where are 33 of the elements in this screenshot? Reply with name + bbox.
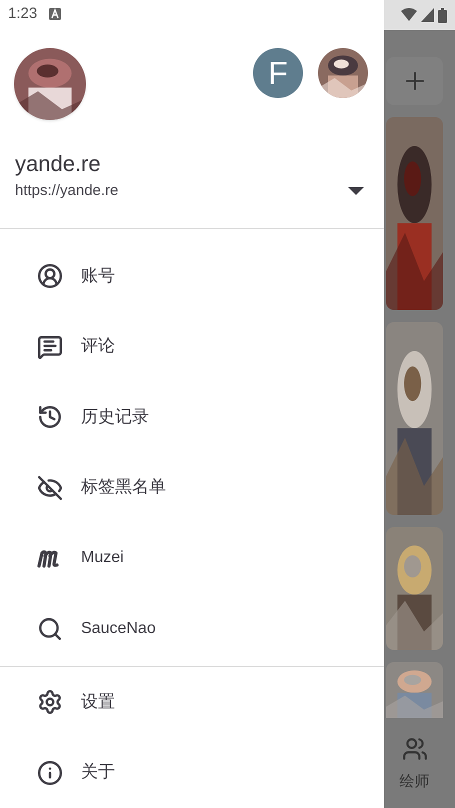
battery-icon (438, 8, 447, 22)
search-icon (37, 616, 63, 642)
status-time: 1:23 (8, 4, 38, 24)
menu-label: Muzei (81, 548, 124, 568)
menu-label: 关于 (81, 761, 115, 784)
info-icon (37, 760, 63, 786)
account-avatar[interactable]: F (253, 48, 303, 98)
notification-icon (49, 8, 62, 20)
settings-icon (37, 689, 63, 716)
people-icon (402, 736, 428, 762)
menu-item[interactable]: 关于 (0, 738, 384, 808)
menu-label: 设置 (81, 690, 115, 714)
menu-label: 账号 (81, 264, 115, 288)
wifi-icon (401, 8, 417, 22)
signal-icon (421, 8, 434, 22)
menu-item[interactable]: SauceNao (0, 594, 384, 664)
menu-item[interactable]: 历史记录 (0, 382, 384, 453)
menu-label: 评论 (81, 335, 115, 358)
menu-item[interactable]: 评论 (0, 312, 384, 382)
site-title: yande.re (15, 150, 102, 178)
menu-label: SauceNao (81, 618, 156, 639)
menu-item[interactable]: 账号 (0, 241, 384, 312)
menu-label: 标签黑名单 (81, 476, 166, 500)
comment-icon (37, 334, 63, 360)
account-icon (37, 263, 63, 290)
menu-item[interactable]: 标签黑名单 (0, 452, 384, 524)
eye-slash-icon (37, 474, 63, 501)
history-icon (37, 404, 63, 430)
dropdown-arrow-icon[interactable] (348, 186, 364, 195)
menu-label: 历史记录 (81, 406, 149, 429)
menu-item[interactable]: 设置 (0, 667, 384, 738)
menu-item[interactable]: Muzei (0, 523, 384, 594)
site-url: https://yande.re (15, 180, 118, 201)
